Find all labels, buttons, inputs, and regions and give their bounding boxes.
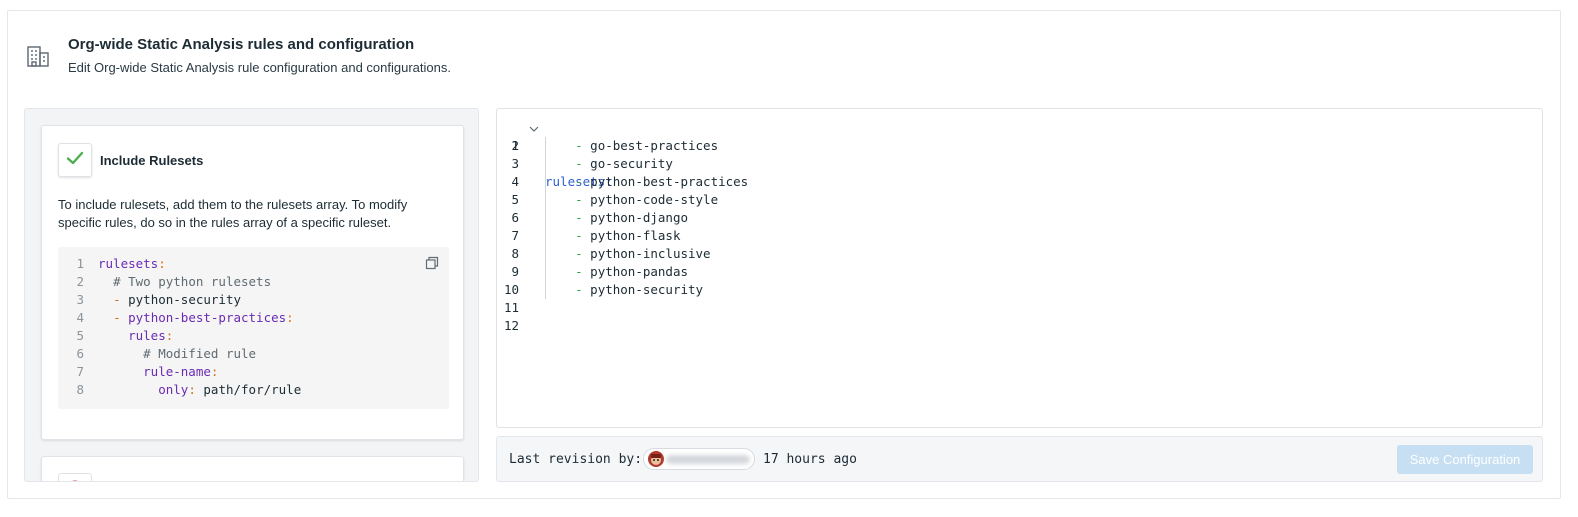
editor-line: 6 - python-django bbox=[511, 209, 689, 227]
last-revision-label: Last revision by: bbox=[509, 452, 643, 467]
check-badge bbox=[58, 143, 92, 177]
avatar bbox=[648, 451, 664, 467]
editor-line: 11 bbox=[503, 300, 519, 315]
snippet-line: 2 # Two python rulesets bbox=[76, 274, 272, 289]
exclude-rulesets-card bbox=[41, 456, 464, 481]
check-icon bbox=[66, 149, 84, 172]
config-editor[interactable]: 1 rulesets: 2 - go-best-practices 3 - go… bbox=[496, 108, 1543, 428]
editor-line: 3 - go-security bbox=[511, 155, 673, 173]
save-configuration-button[interactable]: Save Configuration bbox=[1397, 445, 1533, 474]
card-title: Include Rulesets bbox=[100, 153, 204, 168]
editor-line: 5 - python-code-style bbox=[511, 191, 719, 209]
editor-line: 2 - go-best-practices bbox=[511, 137, 719, 155]
include-rulesets-card: Include Rulesets To include rulesets, ad… bbox=[41, 125, 464, 440]
snippet-line: 7 rule-name: bbox=[76, 364, 219, 379]
snippet-line: 4 - python-best-practices: bbox=[76, 310, 294, 325]
error-badge bbox=[58, 473, 92, 481]
editor-line: 12 bbox=[503, 318, 519, 333]
snippet-line: 5 rules: bbox=[76, 328, 174, 343]
user-chip[interactable] bbox=[643, 448, 755, 470]
rules-help-panel[interactable]: Include Rulesets To include rulesets, ad… bbox=[24, 108, 479, 482]
editor-line: 10 - python-security bbox=[503, 281, 704, 299]
snippet-line: 3 - python-security bbox=[76, 292, 242, 307]
example-code-snippet: 1 rulesets: 2 # Two python rulesets 3 - p… bbox=[58, 247, 449, 409]
editor-line: 1 rulesets: bbox=[497, 119, 1542, 189]
building-icon bbox=[26, 44, 50, 68]
editor-line: 8 - python-inclusive bbox=[511, 245, 711, 263]
editor-line: 4 - python-best-practices bbox=[511, 173, 749, 191]
card-description: To include rulesets, add them to the rul… bbox=[58, 197, 408, 230]
error-icon bbox=[66, 479, 84, 481]
revision-footer: Last revision by: 17 hours ago Save Conf… bbox=[496, 436, 1543, 482]
revision-time: 17 hours ago bbox=[763, 452, 857, 467]
snippet-line: 6 # Modified rule bbox=[76, 346, 257, 361]
chevron-down-icon[interactable] bbox=[528, 122, 540, 134]
editor-line: 7 - python-flask bbox=[511, 227, 681, 245]
snippet-line: 1 rulesets: bbox=[76, 256, 166, 271]
page-subtitle: Edit Org-wide Static Analysis rule confi… bbox=[68, 60, 451, 75]
snippet-line: 8 only: path/for/rule bbox=[76, 382, 302, 397]
editor-line: 9 - python-pandas bbox=[511, 263, 689, 281]
redacted-username bbox=[666, 455, 750, 464]
page-title: Org-wide Static Analysis rules and confi… bbox=[68, 36, 415, 53]
